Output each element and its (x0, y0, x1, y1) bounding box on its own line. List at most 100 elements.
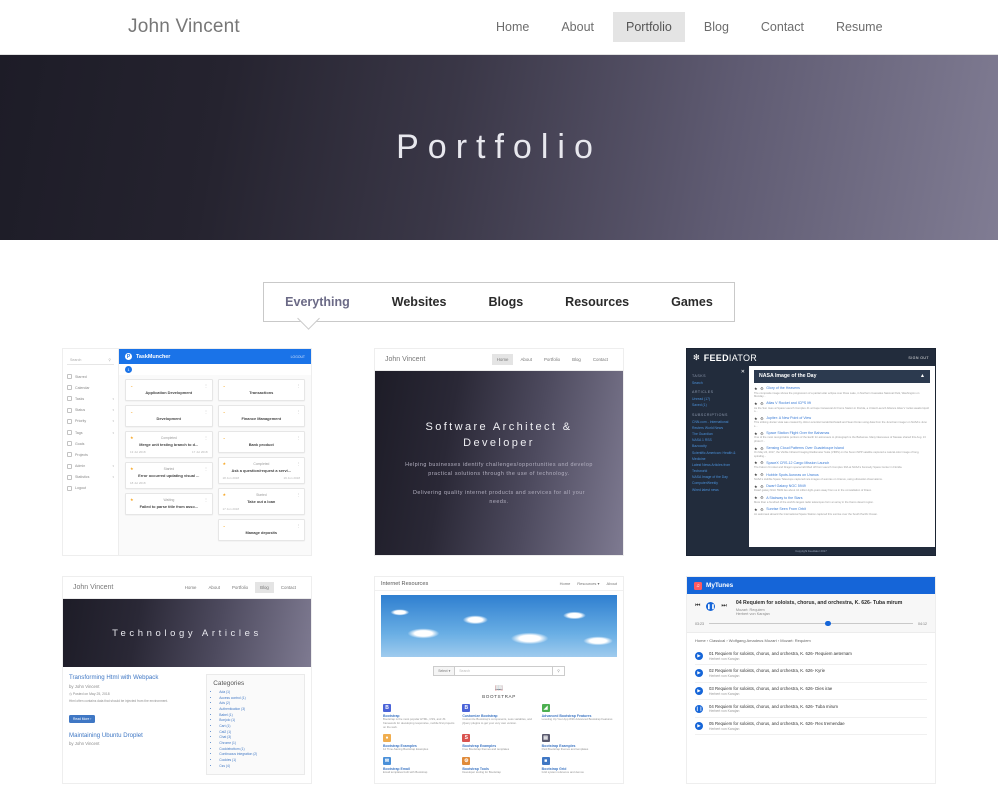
play-icon[interactable]: ▶ (695, 686, 703, 695)
mytunes-track-row[interactable]: ▶ 02 Requiem for soloists, chorus, and or… (695, 665, 927, 683)
taskmuncher-menu-tags[interactable]: Tags ▾ (63, 427, 118, 438)
resource-card[interactable]: B Customize Bootstrap Customize Bootstrap'… (462, 704, 535, 729)
taskmuncher-search[interactable]: Search ⚲ (67, 356, 114, 365)
homepage-nav-portfolio[interactable]: Portfolio (539, 354, 565, 365)
feediator-feed-link[interactable]: Scientific American: Health & Medicine (692, 450, 744, 462)
more-options-icon[interactable]: ⋮ (204, 436, 207, 440)
taskmuncher-menu-calendar[interactable]: Calendar (63, 382, 118, 393)
feediator-article[interactable]: ★ ⚙ SpaceX CRS-12 Cargo Mission Launch The … (754, 460, 930, 469)
blog-nav-about[interactable]: About (203, 582, 224, 593)
blog-category-item[interactable]: Css (4) (219, 764, 298, 770)
taskmuncher-card[interactable]: ★ Completed ⋮ Merge unit testing branch to … (125, 431, 213, 458)
feediator-article[interactable]: ★ ⚙ Space Station Flight Over the Bahamas O… (754, 431, 930, 444)
play-icon[interactable]: ▶ (695, 669, 703, 678)
nav-item-about[interactable]: About (548, 12, 607, 42)
feediator-article[interactable]: ★ ⚙ Jupiter: A New Point of View This strik… (754, 416, 930, 429)
pause-button-icon[interactable]: ❚❚ (706, 602, 716, 611)
taskmuncher-menu-projects[interactable]: Projects (63, 449, 118, 460)
mytunes-breadcrumb[interactable]: Home › Classical › Wolfgang Amadeus Moza… (687, 633, 935, 648)
internet-resources-nav-resources[interactable]: Resources ▾ (577, 581, 599, 586)
feediator-article[interactable]: ★ ⚙ Hubble Spots Auroras on Uranus NASA's H… (754, 472, 930, 481)
blog-nav-portfolio[interactable]: Portfolio (227, 582, 253, 593)
project-card-feediator[interactable]: ❇ FEEDIATOR SIGN OUT ✕ TASKS Search ARTICL… (686, 348, 936, 556)
more-options-icon[interactable]: ⋮ (204, 384, 207, 388)
blog-post-title[interactable]: Transforming Html with Webpack (69, 674, 200, 681)
star-icon[interactable]: ★ (754, 472, 758, 477)
taskmuncher-card[interactable]: ⌄ ⋮ Bank product (217, 431, 305, 453)
taskmuncher-menu-statistics[interactable]: Statistics ▾ (63, 472, 118, 483)
star-icon[interactable]: ★ (223, 461, 227, 466)
star-icon[interactable]: ★ (754, 446, 758, 451)
blog-nav-blog[interactable]: Blog (255, 582, 274, 593)
taskmuncher-card[interactable]: ★ Started ⋮ Take out a loan 17 Jun 2018 (217, 488, 305, 515)
feediator-feed-link[interactable]: Wired latest news (692, 487, 744, 493)
gear-icon[interactable]: ⚙ (760, 386, 764, 391)
more-options-icon[interactable]: ⋮ (297, 462, 300, 466)
read-more-button[interactable]: Read More › (69, 714, 96, 723)
gear-icon[interactable]: ⚙ (760, 495, 764, 500)
feediator-article-title[interactable]: A Stairway to the Stars (766, 496, 802, 500)
more-options-icon[interactable]: ⋮ (204, 410, 207, 414)
play-icon[interactable]: ▶ (695, 722, 703, 731)
play-icon[interactable]: ▶ (695, 651, 703, 660)
more-options-icon[interactable]: ⋮ (297, 384, 300, 388)
taskmuncher-card[interactable]: ⌄ ⋮ Manage deposits (217, 519, 305, 541)
project-card-mytunes[interactable]: ♫ MyTunes ⏮ ❚❚ ⏭ 04 Requiem for soloists… (686, 576, 936, 784)
taskmuncher-card[interactable]: ⌄ ⋮ Application Development (125, 379, 213, 401)
collapse-icon[interactable]: ⌄ (223, 435, 226, 440)
star-icon[interactable]: ★ (754, 507, 758, 512)
feediator-article-title[interactable]: Dwarf Galaxy NGC 5949 (766, 484, 806, 488)
feediator-article[interactable]: ★ ⚙ Glory of the Heavens The composite imag… (754, 386, 930, 399)
star-icon[interactable]: ★ (754, 484, 758, 489)
taskmuncher-menu-priority[interactable]: Priority ▾ (63, 416, 118, 427)
homepage-nav-blog[interactable]: Blog (567, 354, 586, 365)
pause-icon[interactable]: ❙❙ (695, 704, 703, 713)
feediator-article-title[interactable]: Jupiter: A New Point of View (766, 416, 811, 420)
nav-item-portfolio[interactable]: Portfolio (613, 12, 685, 42)
resource-card[interactable]: ✉ Bootstrap Email Email templates built wi… (383, 757, 456, 775)
gear-icon[interactable]: ⚙ (760, 446, 764, 451)
mytunes-track-row[interactable]: ▶ 03 Requiem for soloists, chorus, and or… (695, 683, 927, 701)
feediator-article[interactable]: ★ ⚙ Dwarf Galaxy NGC 5949 Dwarf galaxy NGC … (754, 484, 930, 493)
project-card-internet-resources[interactable]: Internet Resources Home Resources ▾ About … (374, 576, 624, 784)
gear-icon[interactable]: ⚙ (760, 416, 764, 421)
taskmuncher-logout-button[interactable]: LOGOUT (291, 355, 305, 359)
feediator-article[interactable]: ★ ⚙ Sunrise Seen From Orbit An astronaut ab… (754, 507, 930, 516)
mytunes-track-row[interactable]: ▶ 05 Requiem for soloists, chorus, and or… (695, 718, 927, 736)
feediator-signout-button[interactable]: SIGN OUT (908, 356, 929, 360)
resource-card[interactable]: ▤ Bootstrap Examples Paid Bootstrap themes… (541, 734, 615, 752)
gear-icon[interactable]: ⚙ (760, 507, 764, 512)
project-card-homepage[interactable]: John Vincent Home About Portfolio Blog Conta… (374, 348, 624, 556)
taskmuncher-card[interactable]: ⌄ ⋮ Transactions (217, 379, 305, 401)
next-track-icon[interactable]: ⏭ (721, 603, 726, 610)
collapse-icon[interactable]: ▲ (920, 373, 925, 379)
feediator-article-title[interactable]: Space Station Flight Over the Bahamas (766, 431, 829, 435)
feediator-article-title[interactable]: Hubble Spots Auroras on Uranus (766, 473, 819, 477)
star-icon[interactable]: ★ (754, 386, 758, 391)
taskmuncher-menu-tasks[interactable]: Tasks ▾ (63, 393, 118, 404)
taskmuncher-menu-status[interactable]: Status ▾ (63, 405, 118, 416)
blog-nav-contact[interactable]: Contact (276, 582, 301, 593)
collapse-icon[interactable]: ⌄ (223, 523, 226, 528)
mytunes-seek-bar[interactable] (709, 620, 913, 627)
star-icon[interactable]: ★ (130, 435, 134, 440)
internet-resources-nav-about[interactable]: About (607, 581, 617, 586)
resource-card[interactable]: ◢ Advanced Bootstrap Features Leveling Up … (541, 704, 615, 729)
taskmuncher-menu-starred[interactable]: Starred (63, 371, 118, 382)
feediator-feed-link[interactable]: Search (692, 380, 744, 386)
internet-resources-nav-home[interactable]: Home (560, 581, 571, 586)
previous-track-icon[interactable]: ⏮ (695, 603, 700, 610)
homepage-nav-contact[interactable]: Contact (588, 354, 613, 365)
more-options-icon[interactable]: ⋮ (297, 524, 300, 528)
search-scope-select[interactable]: Select ▾ (433, 666, 456, 676)
star-icon[interactable]: ★ (754, 416, 758, 421)
nav-item-contact[interactable]: Contact (748, 12, 817, 42)
feediator-feed-link[interactable]: Saved (1) (692, 402, 744, 408)
project-card-blog[interactable]: John Vincent Home About Portfolio Blog Conta… (62, 576, 312, 784)
feediator-article[interactable]: ★ ⚙ A Stairway to the Stars More than a hun… (754, 495, 930, 504)
filter-tab-resources[interactable]: Resources (544, 283, 650, 321)
feediator-article[interactable]: ★ ⚙ Sensing Cloud Patterns Over Guadeloupe… (754, 446, 930, 459)
star-icon[interactable]: ★ (754, 495, 758, 500)
homepage-nav-about[interactable]: About (515, 354, 536, 365)
blog-nav-home[interactable]: Home (180, 582, 202, 593)
